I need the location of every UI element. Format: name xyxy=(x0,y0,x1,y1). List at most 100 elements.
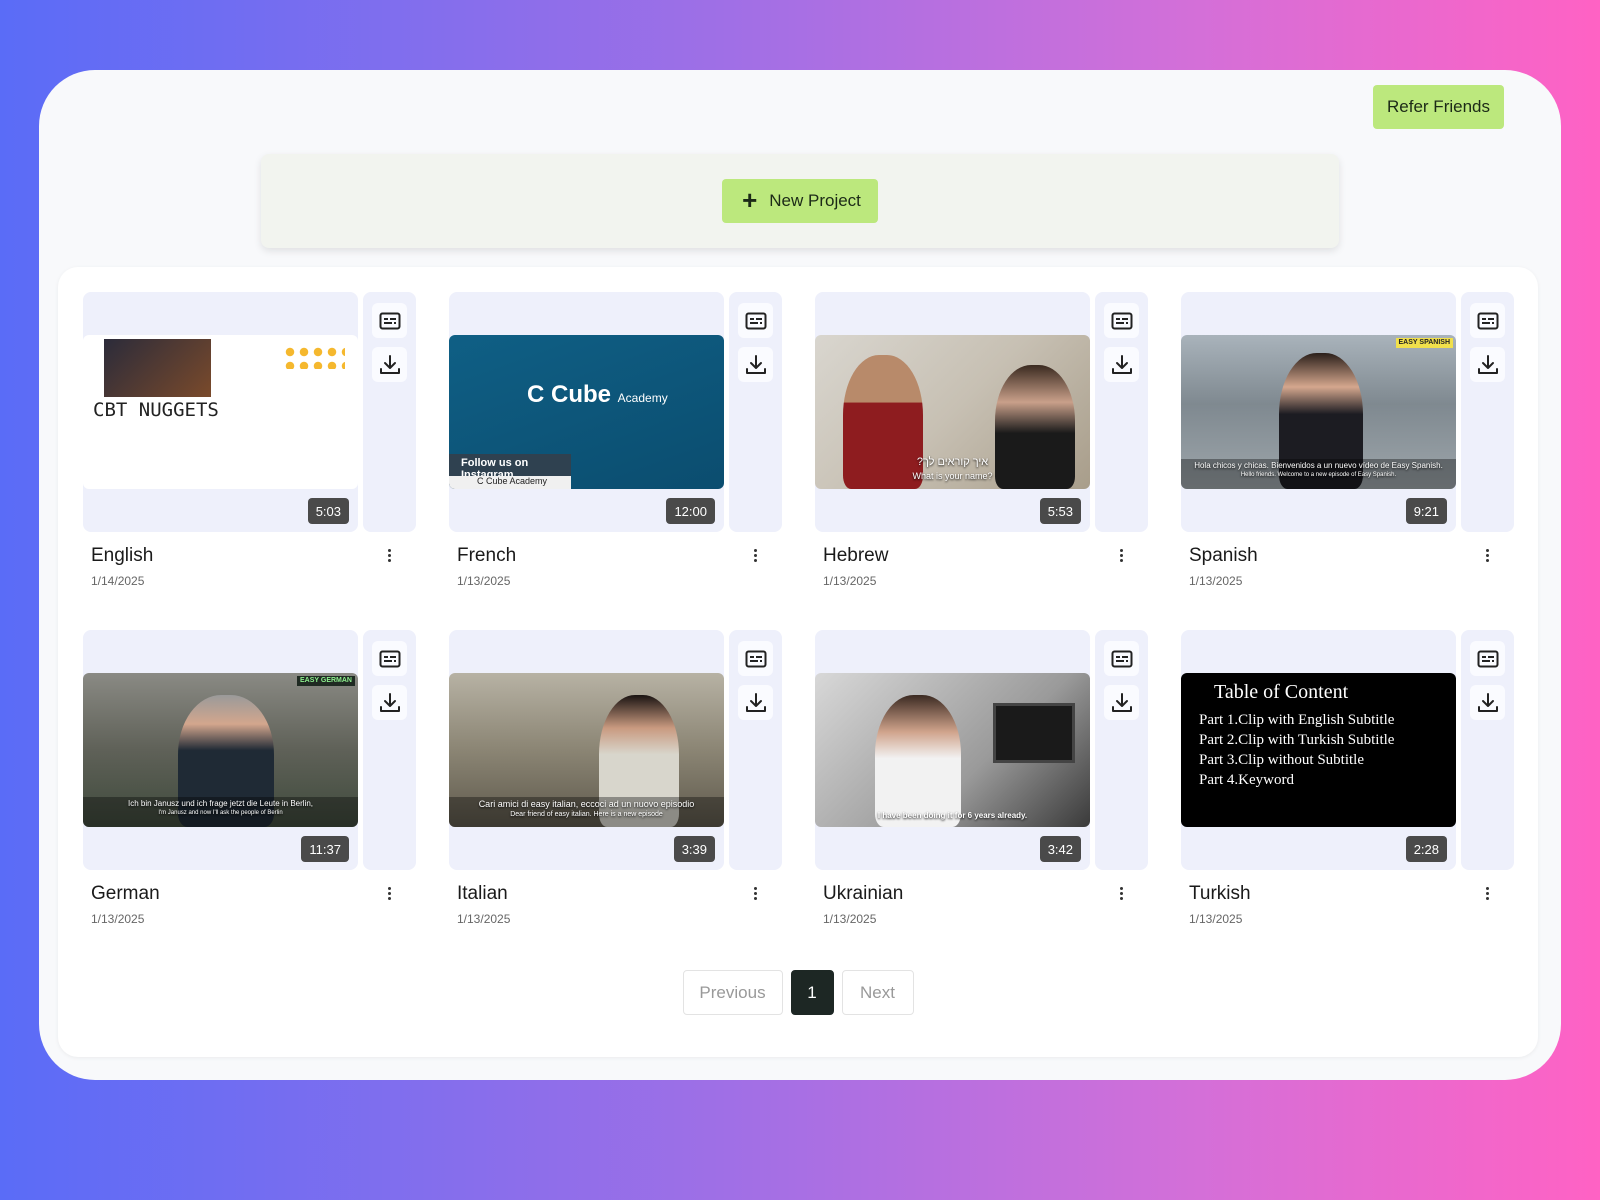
subtitles-icon xyxy=(1111,650,1132,667)
download-button[interactable] xyxy=(738,685,773,720)
download-icon xyxy=(379,354,400,374)
download-icon xyxy=(1477,692,1498,712)
kebab-menu-icon[interactable] xyxy=(1477,882,1497,904)
subtitles-button[interactable] xyxy=(1104,641,1139,676)
card-title: Hebrew xyxy=(823,545,889,566)
card-actions xyxy=(1461,630,1514,870)
subtitles-icon xyxy=(745,650,766,667)
download-button[interactable] xyxy=(738,347,773,382)
subtitle-line: What is your name? xyxy=(912,471,993,481)
toc-title: Table of Content xyxy=(1214,681,1349,703)
pagination: Previous 1 Next xyxy=(58,970,1538,1015)
card-date: 1/13/2025 xyxy=(823,574,877,588)
duration-badge: 5:03 xyxy=(307,498,349,524)
subtitles-icon xyxy=(1111,312,1132,329)
download-button[interactable] xyxy=(1104,685,1139,720)
app-window: Refer Friends + New Project CBT NUGGETS … xyxy=(39,70,1561,1080)
subtitles-button[interactable] xyxy=(1470,303,1505,338)
project-card-turkish: Table of Content Part 1.Clip with Englis… xyxy=(1181,630,1514,930)
kebab-menu-icon[interactable] xyxy=(1111,544,1131,566)
duration-badge: 3:42 xyxy=(1039,836,1081,862)
download-button[interactable] xyxy=(372,685,407,720)
card-actions xyxy=(363,630,416,870)
subtitle-line: Cari amici di easy italian, eccoci ad un… xyxy=(478,799,695,809)
subtitles-button[interactable] xyxy=(1104,303,1139,338)
subtitles-icon xyxy=(1477,312,1498,329)
project-card-hebrew: ?איך קוראים לך What is your name? 5:53 H… xyxy=(815,292,1148,592)
kebab-menu-icon[interactable] xyxy=(1111,882,1131,904)
card-actions xyxy=(729,630,782,870)
video-thumbnail[interactable]: I have been doing it for 6 years already… xyxy=(815,630,1090,870)
video-thumbnail[interactable]: C Cube Academy Follow us on Instagram C … xyxy=(449,292,724,532)
download-button[interactable] xyxy=(1470,347,1505,382)
subtitle-line: Hola chicos y chicas. Bienvenidos a un n… xyxy=(1194,461,1443,470)
subtitle-line: Ich bin Janusz und ich frage jetzt die L… xyxy=(128,799,313,808)
duration-badge: 2:28 xyxy=(1405,836,1447,862)
toc-item: Part 2.Clip with Turkish Subtitle xyxy=(1199,732,1395,748)
subtitles-button[interactable] xyxy=(372,641,407,676)
download-icon xyxy=(745,354,766,374)
page-number-button[interactable]: 1 xyxy=(790,970,834,1015)
kebab-menu-icon[interactable] xyxy=(1477,544,1497,566)
subtitles-button[interactable] xyxy=(372,303,407,338)
card-date: 1/13/2025 xyxy=(457,574,511,588)
duration-badge: 3:39 xyxy=(673,836,715,862)
subtitle-line: I'm Janusz and now I'll ask the people o… xyxy=(158,810,283,816)
duration-badge: 5:53 xyxy=(1039,498,1081,524)
subtitles-icon xyxy=(379,650,400,667)
card-actions xyxy=(363,292,416,532)
thumbnail-image: ?איך קוראים לך What is your name? xyxy=(815,335,1090,489)
brand-logo: C Cube Academy xyxy=(527,381,668,408)
video-thumbnail[interactable]: EASY SPANISH Hola chicos y chicas. Bienv… xyxy=(1181,292,1456,532)
download-icon xyxy=(1111,354,1132,374)
project-card-english: CBT NUGGETS 5:03 English 1/14/2025 xyxy=(83,292,416,592)
card-date: 1/13/2025 xyxy=(1189,574,1243,588)
video-thumbnail[interactable]: Table of Content Part 1.Clip with Englis… xyxy=(1181,630,1456,870)
card-date: 1/13/2025 xyxy=(457,912,511,926)
previous-page-button[interactable]: Previous xyxy=(682,970,783,1015)
card-date: 1/13/2025 xyxy=(823,912,877,926)
card-date: 1/13/2025 xyxy=(91,912,145,926)
duration-badge: 12:00 xyxy=(666,498,715,524)
video-thumbnail[interactable]: ?איך קוראים לך What is your name? 5:53 xyxy=(815,292,1090,532)
download-button[interactable] xyxy=(1104,347,1139,382)
channel-badge: EASY GERMAN xyxy=(297,676,355,686)
subtitles-button[interactable] xyxy=(738,641,773,676)
nuggets-graphic xyxy=(283,345,345,369)
subtitles-button[interactable] xyxy=(738,303,773,338)
card-title: Turkish xyxy=(1189,883,1251,904)
subtitle-line: ?איך קוראים לך xyxy=(916,456,989,468)
subtitles-button[interactable] xyxy=(1470,641,1505,676)
refer-friends-button[interactable]: Refer Friends xyxy=(1373,85,1504,129)
card-date: 1/13/2025 xyxy=(1189,912,1243,926)
download-button[interactable] xyxy=(372,347,407,382)
project-card-french: C Cube Academy Follow us on Instagram C … xyxy=(449,292,782,592)
next-page-button[interactable]: Next xyxy=(841,970,914,1015)
video-thumbnail[interactable]: EASY GERMAN Ich bin Janusz und ich frage… xyxy=(83,630,358,870)
card-actions xyxy=(1095,630,1148,870)
kebab-menu-icon[interactable] xyxy=(745,882,765,904)
subtitles-icon xyxy=(379,312,400,329)
toc-item: Part 3.Clip without Subtitle xyxy=(1199,752,1365,768)
duration-badge: 9:21 xyxy=(1405,498,1447,524)
card-title: French xyxy=(457,545,517,566)
project-card-ukrainian: I have been doing it for 6 years already… xyxy=(815,630,1148,930)
download-icon xyxy=(745,692,766,712)
kebab-menu-icon[interactable] xyxy=(379,544,399,566)
download-button[interactable] xyxy=(1470,685,1505,720)
thumbnail-image: Table of Content Part 1.Clip with Englis… xyxy=(1181,673,1456,827)
kebab-menu-icon[interactable] xyxy=(745,544,765,566)
download-icon xyxy=(1111,692,1132,712)
video-thumbnail[interactable]: CBT NUGGETS 5:03 xyxy=(83,292,358,532)
instagram-banner: Follow us on Instagram C Cube Academy xyxy=(449,454,571,489)
new-project-button[interactable]: + New Project xyxy=(722,179,878,223)
person-figure xyxy=(843,355,923,489)
project-card-spanish: EASY SPANISH Hola chicos y chicas. Bienv… xyxy=(1181,292,1514,592)
subtitles-icon xyxy=(1477,650,1498,667)
download-icon xyxy=(1477,354,1498,374)
kebab-menu-icon[interactable] xyxy=(379,882,399,904)
video-thumbnail[interactable]: Cari amici di easy italian, eccoci ad un… xyxy=(449,630,724,870)
toc-item: Part 4.Keyword xyxy=(1199,772,1294,788)
thumbnail-image: C Cube Academy Follow us on Instagram C … xyxy=(449,335,724,489)
channel-badge: EASY SPANISH xyxy=(1395,338,1453,348)
